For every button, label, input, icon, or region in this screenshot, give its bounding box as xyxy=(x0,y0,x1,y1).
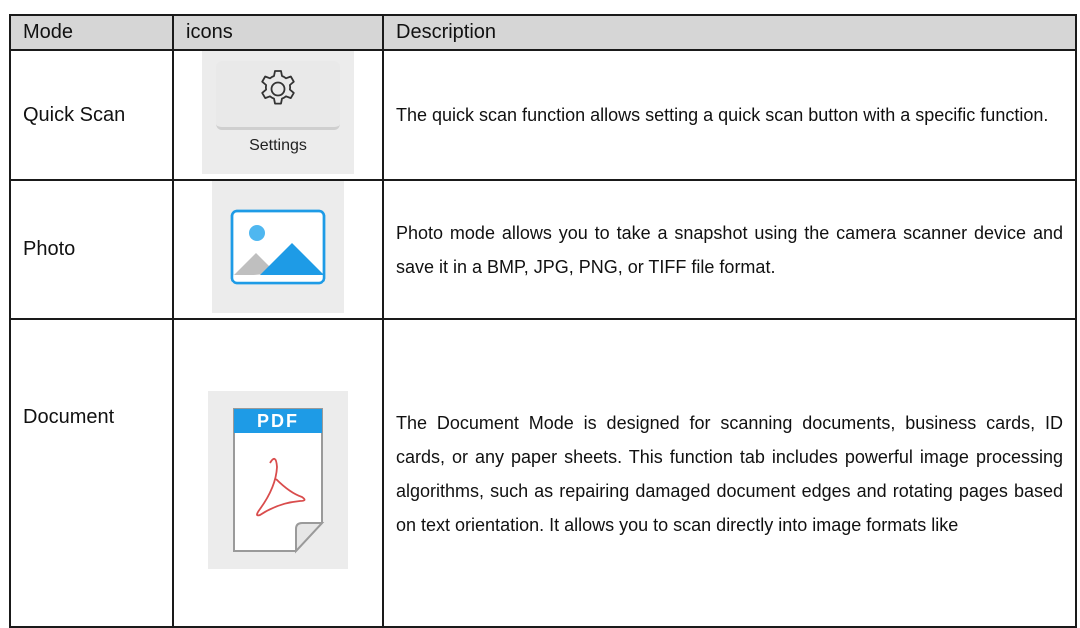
header-icons: icons xyxy=(172,14,384,51)
photo-button[interactable] xyxy=(212,182,344,313)
mode-name: Quick Scan xyxy=(9,49,174,181)
mode-description: Photo mode allows you to take a snapshot… xyxy=(382,179,1077,320)
mode-name: Photo xyxy=(9,179,174,320)
header-description: Description xyxy=(382,14,1077,51)
table-row: Photo Photo mode allows you to take a sn… xyxy=(9,179,1077,320)
pdf-file-icon: PDF xyxy=(233,408,325,554)
modes-table: Mode icons Description Quick Scan Settin… xyxy=(9,14,1077,628)
pdf-label: PDF xyxy=(257,411,299,431)
mode-name: Document xyxy=(9,318,174,628)
table-row: Quick Scan Settings The quick scan funct… xyxy=(9,49,1077,181)
document-button[interactable]: PDF xyxy=(208,391,348,569)
settings-button[interactable]: Settings xyxy=(202,52,354,174)
mode-description: The quick scan function allows setting a… xyxy=(382,49,1077,181)
header-mode: Mode xyxy=(9,14,174,51)
header-row: Mode icons Description xyxy=(9,14,1077,51)
icon-cell: Settings xyxy=(172,49,384,181)
gear-icon xyxy=(261,70,295,105)
mode-description: The Document Mode is designed for scanni… xyxy=(382,318,1077,628)
icon-cell xyxy=(172,179,384,320)
icon-cell: PDF xyxy=(172,318,384,628)
table-row: Document PDF The Document Mode is design… xyxy=(9,318,1077,628)
cropped-text-above xyxy=(0,0,1080,14)
icon-caption: Settings xyxy=(249,137,307,154)
picture-icon xyxy=(230,209,326,285)
